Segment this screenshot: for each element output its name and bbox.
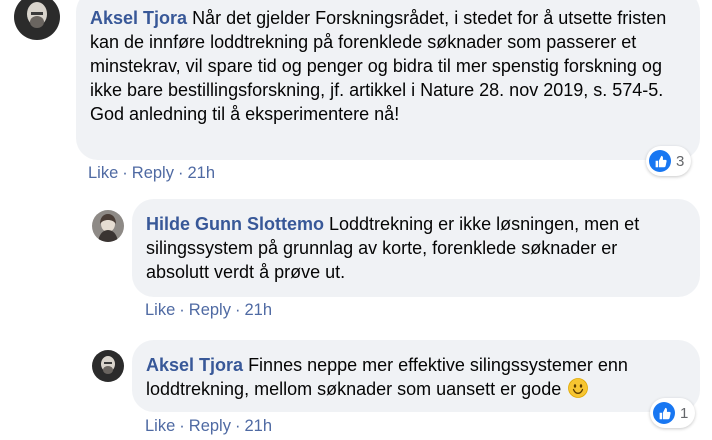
avatar[interactable] bbox=[14, 0, 60, 40]
avatar[interactable] bbox=[92, 350, 124, 382]
reaction-badge[interactable]: 1 bbox=[650, 398, 696, 428]
smiley-emoji-icon bbox=[568, 378, 589, 398]
separator: · bbox=[179, 417, 185, 435]
comment-bubble: Aksel Tjora Når det gjelder Forskningsrå… bbox=[76, 0, 700, 160]
separator: · bbox=[177, 164, 184, 182]
avatar-photo-icon bbox=[14, 0, 60, 40]
like-link[interactable]: Like bbox=[88, 164, 118, 182]
avatar-photo-icon bbox=[92, 350, 124, 382]
comment-text: Aksel Tjora Finnes neppe mer effektive s… bbox=[146, 353, 684, 401]
comment-actions: Like · Reply · 21h bbox=[145, 416, 272, 436]
separator: · bbox=[122, 164, 128, 182]
comment-author[interactable]: Aksel Tjora bbox=[146, 355, 243, 375]
comment-actions: Like · Reply · 21h bbox=[88, 163, 215, 183]
reaction-count: 1 bbox=[680, 404, 689, 422]
timestamp[interactable]: 21h bbox=[244, 301, 272, 319]
timestamp[interactable]: 21h bbox=[187, 164, 215, 182]
like-icon bbox=[653, 402, 675, 424]
comment-bubble: Hilde Gunn Slottemo Loddtrekning er ikke… bbox=[132, 199, 700, 297]
separator: · bbox=[234, 417, 241, 435]
comment-author[interactable]: Aksel Tjora bbox=[90, 8, 187, 28]
timestamp[interactable]: 21h bbox=[244, 417, 272, 435]
reply-link[interactable]: Reply bbox=[132, 164, 174, 182]
like-icon bbox=[649, 150, 671, 172]
avatar[interactable] bbox=[92, 210, 124, 242]
reply-link[interactable]: Reply bbox=[189, 301, 231, 319]
comment-text: Aksel Tjora Når det gjelder Forskningsrå… bbox=[90, 6, 684, 126]
reaction-badge[interactable]: 3 bbox=[646, 146, 692, 176]
comment-thread: Aksel Tjora Når det gjelder Forskningsrå… bbox=[0, 0, 712, 440]
comment-author[interactable]: Hilde Gunn Slottemo bbox=[146, 214, 324, 234]
comment-actions: Like · Reply · 21h bbox=[145, 300, 272, 320]
comment-text: Hilde Gunn Slottemo Loddtrekning er ikke… bbox=[146, 212, 684, 284]
like-link[interactable]: Like bbox=[145, 417, 175, 435]
reply-link[interactable]: Reply bbox=[189, 417, 231, 435]
separator: · bbox=[179, 301, 185, 319]
separator: · bbox=[234, 301, 241, 319]
avatar-photo-icon bbox=[92, 210, 124, 242]
comment-bubble: Aksel Tjora Finnes neppe mer effektive s… bbox=[132, 340, 700, 412]
reaction-count: 3 bbox=[676, 152, 685, 170]
like-link[interactable]: Like bbox=[145, 301, 175, 319]
